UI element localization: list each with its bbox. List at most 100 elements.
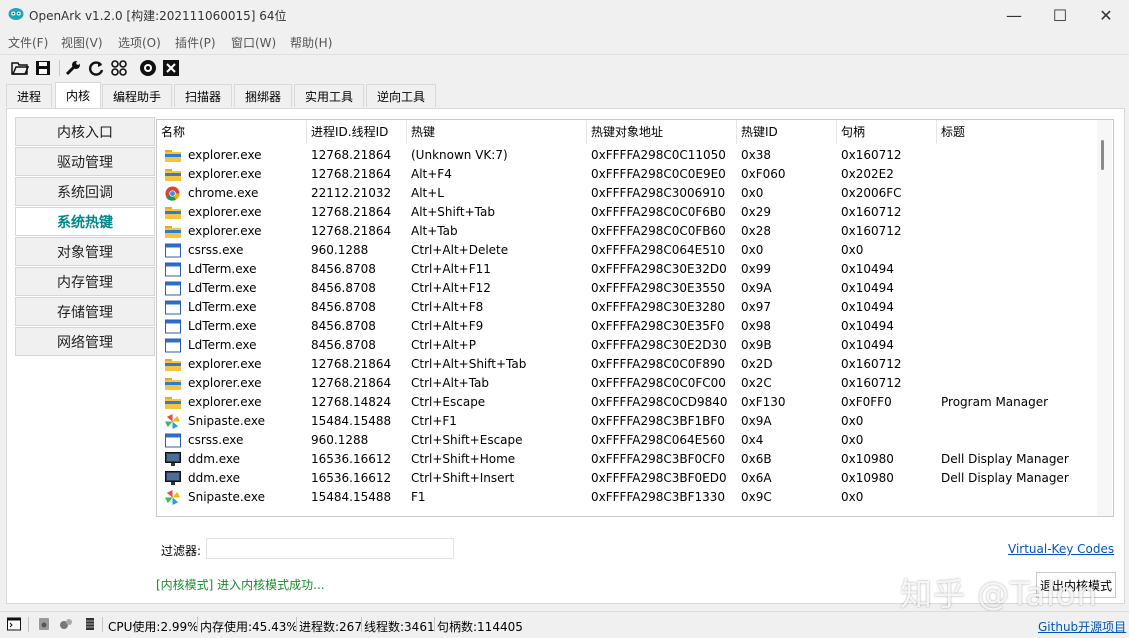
status-separator [296,617,297,632]
table-row[interactable]: explorer.exe 12768.14824 Ctrl+Escape 0xFFFF… [157,393,1097,412]
table-row[interactable]: LdTerm.exe 8456.8708 Ctrl+Alt+F9 0xFFFFA298… [157,317,1097,336]
cell-handle: 0x0 [841,490,864,504]
maximize-icon: ☐ [1052,5,1068,25]
table-row[interactable]: chrome.exe 22112.21032 Alt+L 0xFFFFA298C300… [157,184,1097,203]
console-icon[interactable] [138,58,158,78]
tab-utilities[interactable]: 实用工具 [294,84,364,107]
nav-kernel-entry[interactable]: 内核入口 [15,117,155,146]
nav-driver-manager[interactable]: 驱动管理 [15,147,155,176]
table-row[interactable]: ddm.exe 16536.16612 Ctrl+Shift+Insert 0xFFF… [157,469,1097,488]
grid-icon[interactable] [109,58,129,78]
nav-system-callbacks[interactable]: 系统回调 [15,177,155,206]
column-header-handle[interactable]: 句柄 [837,120,937,144]
memory-chip-icon[interactable] [83,617,97,631]
tab-reverse-tools[interactable]: 逆向工具 [366,84,436,107]
cell-handle: 0x10494 [841,338,894,352]
filter-input[interactable] [206,538,454,559]
table-row[interactable]: csrss.exe 960.1288 Ctrl+Shift+Escape 0xFFFF… [157,431,1097,450]
cell-hotkey: Ctrl+Shift+Insert [411,471,515,485]
table-row[interactable]: LdTerm.exe 8456.8708 Ctrl+Alt+P 0xFFFFA298C… [157,336,1097,355]
wrench-icon[interactable] [63,58,83,78]
table-row[interactable]: LdTerm.exe 8456.8708 Ctrl+Alt+F12 0xFFFFA29… [157,279,1097,298]
cell-process-name: explorer.exe [188,167,262,181]
tab-bundler[interactable]: 捆绑器 [234,84,292,107]
scrollbar-thumb[interactable] [1101,140,1104,170]
status-separator [434,617,435,632]
table-row[interactable]: explorer.exe 12768.21864 Ctrl+Alt+Tab 0xFFF… [157,374,1097,393]
handle-count: 句柄数:114405 [437,620,523,634]
table-row[interactable]: explorer.exe 12768.21864 Ctrl+Alt+Shift+Ta… [157,355,1097,374]
folder-icon [165,357,181,372]
column-header-pid-tid[interactable]: 进程ID.线程ID [307,120,407,144]
table-row[interactable]: explorer.exe 12768.21864 Alt+F4 0xFFFFA298C… [157,165,1097,184]
cell-hotkey-id: 0x97 [741,300,772,314]
cog-tools-icon[interactable] [59,617,73,631]
status-separator [361,617,362,632]
menu-file[interactable]: 文件(F) [8,34,48,51]
app-window-icon [165,319,181,334]
column-header-title[interactable]: 标题 [937,120,1097,144]
app-window-icon [165,300,181,315]
table-row[interactable]: Snipaste.exe 15484.15488 F1 0xFFFFA298C3BF1… [157,488,1097,507]
folder-open-icon[interactable] [10,58,30,78]
cell-handle: 0x0 [841,433,864,447]
snipaste-icon [165,490,181,505]
tab-kernel[interactable]: 内核 [55,82,101,108]
cell-process-name: ddm.exe [188,452,241,466]
cell-process-name: csrss.exe [188,433,244,447]
cell-handle: 0x160712 [841,205,902,219]
close-button[interactable]: ✕ [1083,0,1129,30]
console-window-icon[interactable] [7,617,21,631]
snipaste-icon [165,414,181,429]
cell-hotkey-id: 0x4 [741,433,764,447]
menu-options[interactable]: 选项(O) [118,34,161,51]
save-icon[interactable] [33,58,53,78]
table-row[interactable]: ddm.exe 16536.16612 Ctrl+Shift+Home 0xFFFFA… [157,450,1097,469]
openark-logo-icon [8,8,24,20]
tab-process[interactable]: 进程 [6,84,52,107]
app-window-icon [165,243,181,258]
menu-window[interactable]: 窗口(W) [231,34,276,51]
memory-usage: 内存使用:45.43% [200,620,298,634]
cell-handle: 0x160712 [841,224,902,238]
folder-icon [165,148,181,163]
device-icon[interactable] [37,617,51,631]
menu-help[interactable]: 帮助(H) [290,34,332,51]
table-row[interactable]: LdTerm.exe 8456.8708 Ctrl+Alt+F8 0xFFFFA298… [157,298,1097,317]
table-row[interactable]: Snipaste.exe 15484.15488 Ctrl+F1 0xFFFFA298… [157,412,1097,431]
column-header-hotkey-address[interactable]: 热键对象地址 [587,120,737,144]
github-link[interactable]: Github开源项目 [1038,618,1126,635]
table-vertical-scrollbar[interactable] [1097,120,1112,516]
cell-hotkey-address: 0xFFFFA298C30E3280 [591,300,726,314]
nav-object-manager[interactable]: 对象管理 [15,237,155,266]
close-box-icon[interactable] [161,58,181,78]
cell-handle: 0x0 [841,243,864,257]
nav-storage-manager[interactable]: 存储管理 [15,297,155,326]
menu-view[interactable]: 视图(V) [61,34,103,51]
table-row[interactable]: csrss.exe 960.1288 Ctrl+Alt+Delete 0xFFFFA2… [157,241,1097,260]
virtual-key-codes-link[interactable]: Virtual-Key Codes [1008,542,1114,556]
nav-network-manager[interactable]: 网络管理 [15,327,155,356]
thread-count: 线程数:3461 [364,620,435,634]
minimize-button[interactable]: — [991,0,1037,30]
nav-memory-manager[interactable]: 内存管理 [15,267,155,296]
cell-hotkey-address: 0xFFFFA298C3BF1330 [591,490,726,504]
cell-process-name: explorer.exe [188,376,262,390]
table-row[interactable]: explorer.exe 12768.21864 (Unknown VK:7) 0xF… [157,146,1097,165]
column-header-hotkey-id[interactable]: 热键ID [737,120,837,144]
column-header-name[interactable]: 名称 [157,120,307,144]
table-row[interactable]: explorer.exe 12768.21864 Alt+Tab 0xFFFFA298… [157,222,1097,241]
cell-pid-tid: 8456.8708 [311,300,376,314]
maximize-button[interactable]: ☐ [1037,0,1083,30]
cell-hotkey-id: 0x6A [741,471,772,485]
tab-scanner[interactable]: 扫描器 [174,84,232,107]
table-row[interactable]: explorer.exe 12768.21864 Alt+Shift+Tab 0xFF… [157,203,1097,222]
cell-pid-tid: 12768.21864 [311,224,392,238]
hotkey-table: 名称 进程ID.线程ID 热键 热键对象地址 热键ID 句柄 标题 ⌃ expl… [156,119,1114,517]
menu-plugins[interactable]: 插件(P) [175,34,216,51]
tab-coding-helper[interactable]: 编程助手 [102,84,172,107]
nav-system-hotkeys[interactable]: 系统热键 [15,207,155,236]
refresh-icon[interactable] [86,58,106,78]
table-row[interactable]: LdTerm.exe 8456.8708 Ctrl+Alt+F11 0xFFFFA29… [157,260,1097,279]
cell-process-name: ddm.exe [188,471,241,485]
